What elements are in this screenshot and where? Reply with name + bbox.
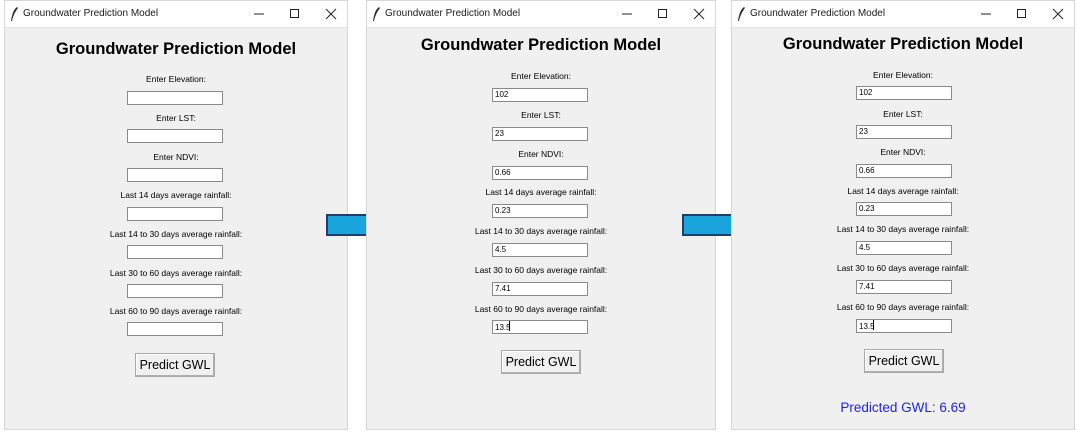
rain-30-60-label: Last 30 to 60 days average rainfall: [474, 265, 608, 275]
lst-label: Enter LST: [156, 113, 196, 123]
minimize-button[interactable] [968, 1, 1004, 27]
maximize-icon [290, 9, 299, 18]
lst-label: Enter LST: [883, 109, 923, 119]
predict-button[interactable]: Predict GWL [864, 349, 944, 373]
rain-14-input[interactable] [127, 207, 223, 221]
feather-icon [11, 7, 18, 21]
lst-label: Enter LST: [521, 110, 561, 120]
elevation-input[interactable]: 102 [492, 88, 588, 102]
maximize-icon [658, 9, 667, 18]
app-heading: Groundwater Prediction Model [55, 40, 297, 58]
text-caret [872, 320, 874, 330]
elevation-label: Enter Elevation: [510, 71, 571, 81]
title-bar: Groundwater Prediction Model [367, 1, 715, 28]
rain-30-60-input[interactable]: 7.41 [492, 282, 588, 296]
prediction-result: Predicted GWL: 6.69 [840, 400, 966, 415]
lst-input[interactable] [127, 129, 223, 143]
minimize-button[interactable] [609, 1, 645, 27]
rain-14-label: Last 14 days average rainfall: [485, 187, 597, 197]
rain-30-60-input[interactable]: 7.41 [856, 280, 952, 294]
rain-14-30-input[interactable] [127, 245, 223, 259]
close-button[interactable] [1040, 1, 1076, 27]
title-bar: Groundwater Prediction Model [732, 1, 1074, 28]
app-window-result: Groundwater Prediction Model Groundwater… [731, 0, 1075, 430]
minimize-icon [981, 13, 991, 15]
rain-30-60-label: Last 30 to 60 days average rainfall: [836, 263, 970, 273]
ndvi-input[interactable]: 0.66 [856, 164, 952, 178]
rain-14-label: Last 14 days average rainfall: [120, 190, 232, 200]
rain-14-label: Last 14 days average rainfall: [847, 186, 959, 196]
minimize-button[interactable] [241, 1, 277, 27]
window-title: Groundwater Prediction Model [750, 8, 886, 19]
elevation-input[interactable] [127, 91, 223, 105]
minimize-icon [254, 13, 264, 15]
rain-14-30-label: Last 14 to 30 days average rainfall: [474, 226, 608, 236]
maximize-button[interactable] [645, 1, 681, 27]
close-icon [1052, 8, 1064, 20]
maximize-button[interactable] [1004, 1, 1040, 27]
text-caret [508, 321, 510, 331]
rain-60-90-label: Last 60 to 90 days average rainfall: [109, 306, 243, 316]
rain-30-60-input[interactable] [127, 284, 223, 298]
lst-input[interactable]: 23 [856, 125, 952, 139]
feather-icon [373, 7, 380, 21]
window-title: Groundwater Prediction Model [385, 8, 521, 19]
close-icon [325, 8, 337, 20]
close-button[interactable] [681, 1, 717, 27]
predict-button[interactable]: Predict GWL [135, 353, 215, 377]
rain-60-90-label: Last 60 to 90 days average rainfall: [474, 304, 608, 314]
window-title: Groundwater Prediction Model [23, 8, 159, 19]
lst-input[interactable]: 23 [492, 127, 588, 141]
minimize-icon [622, 13, 632, 15]
ndvi-label: Enter NDVI: [518, 149, 564, 159]
close-icon [693, 8, 705, 20]
ndvi-input[interactable] [127, 168, 223, 182]
stage: Groundwater Prediction Model Groundwater… [0, 0, 1077, 436]
close-button[interactable] [313, 1, 349, 27]
app-window-empty: Groundwater Prediction Model Groundwater… [4, 0, 348, 430]
title-bar: Groundwater Prediction Model [5, 1, 347, 28]
elevation-label: Enter Elevation: [872, 70, 933, 80]
maximize-button[interactable] [277, 1, 313, 27]
predict-button[interactable]: Predict GWL [501, 350, 581, 374]
rain-60-90-input[interactable] [127, 322, 223, 336]
rain-60-90-label: Last 60 to 90 days average rainfall: [836, 302, 970, 312]
app-heading: Groundwater Prediction Model [782, 35, 1024, 53]
rain-14-30-input[interactable]: 4.5 [492, 243, 588, 257]
elevation-input[interactable]: 102 [856, 86, 952, 100]
rain-60-90-input[interactable]: 13.5 [492, 320, 588, 334]
rain-14-input[interactable]: 0.23 [492, 204, 588, 218]
ndvi-input[interactable]: 0.66 [492, 166, 588, 180]
rain-14-30-input[interactable]: 4.5 [856, 241, 952, 255]
app-heading: Groundwater Prediction Model [420, 36, 662, 54]
maximize-icon [1017, 9, 1026, 18]
ndvi-label: Enter NDVI: [880, 147, 926, 157]
app-window-filled: Groundwater Prediction Model Groundwater… [366, 0, 716, 430]
rain-30-60-label: Last 30 to 60 days average rainfall: [109, 268, 243, 278]
rain-14-30-label: Last 14 to 30 days average rainfall: [836, 224, 970, 234]
ndvi-label: Enter NDVI: [153, 152, 199, 162]
elevation-label: Enter Elevation: [145, 74, 206, 84]
rain-14-30-label: Last 14 to 30 days average rainfall: [109, 229, 243, 239]
rain-60-90-input[interactable]: 13.5 [856, 319, 952, 333]
feather-icon [738, 7, 745, 21]
rain-14-input[interactable]: 0.23 [856, 202, 952, 216]
